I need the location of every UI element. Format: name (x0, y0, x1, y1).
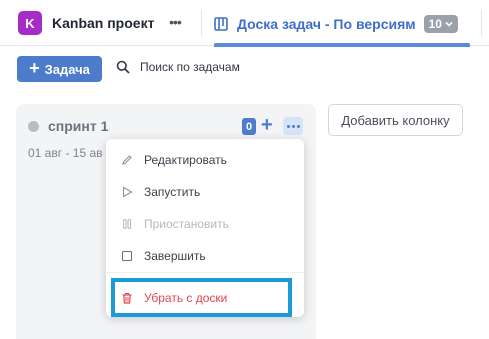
chevron-down-icon (445, 21, 453, 27)
add-card-button[interactable]: + (261, 114, 273, 136)
menu-item-pause[interactable]: Приостановить (106, 209, 304, 239)
pause-icon (122, 218, 132, 230)
menu-item-remove-from-board[interactable]: Убрать с доски (106, 283, 304, 313)
menu-item-label: Убрать с доски (144, 291, 228, 305)
dot (291, 124, 295, 128)
menu-item-edit[interactable]: Редактировать (106, 145, 304, 175)
menu-item-label: Завершить (144, 249, 206, 263)
header-divider (481, 10, 482, 36)
status-dot-icon (28, 121, 39, 132)
plus-icon: + (29, 58, 40, 78)
active-tab-indicator (214, 43, 470, 47)
project-name[interactable]: Kanban проект (52, 15, 154, 31)
project-avatar[interactable]: K (18, 11, 42, 35)
column-count-badge: 0 (242, 118, 256, 135)
project-more-icon[interactable]: ••• (166, 12, 184, 32)
menu-item-label: Приостановить (144, 217, 229, 231)
top-header: K Kanban проект ••• Доска задач - По вер… (0, 0, 489, 47)
dot (296, 124, 300, 128)
board-count-value: 10 (428, 17, 442, 31)
column-dates: 01 авг - 15 ав (28, 146, 103, 160)
search-input[interactable]: Поиск по задачам (116, 60, 240, 74)
board-icon (214, 17, 228, 31)
stop-icon (121, 250, 133, 262)
column-context-menu: Редактировать Запустить Приостановить За… (106, 139, 304, 317)
menu-item-label: Редактировать (144, 153, 227, 167)
dot (286, 124, 290, 128)
board-title: Доска задач - По версиям (237, 16, 416, 32)
menu-item-finish[interactable]: Завершить (106, 241, 304, 271)
search-icon (116, 60, 130, 74)
menu-item-start[interactable]: Запустить (106, 177, 304, 207)
tab-board[interactable]: Доска задач - По версиям 10 (214, 8, 458, 40)
column-more-icon[interactable] (283, 117, 303, 135)
column-title[interactable]: спринт 1 (48, 118, 108, 134)
add-task-label: Задача (44, 61, 90, 77)
header-divider (201, 10, 202, 36)
board-count-badge[interactable]: 10 (423, 15, 458, 33)
search-placeholder: Поиск по задачам (140, 60, 240, 74)
play-icon (122, 186, 133, 198)
add-task-button[interactable]: + Задача (17, 56, 102, 82)
menu-divider (106, 272, 304, 273)
trash-icon (122, 292, 132, 304)
pencil-icon (122, 155, 132, 165)
menu-item-label: Запустить (144, 185, 201, 199)
add-column-button[interactable]: Добавить колонку (328, 104, 463, 136)
